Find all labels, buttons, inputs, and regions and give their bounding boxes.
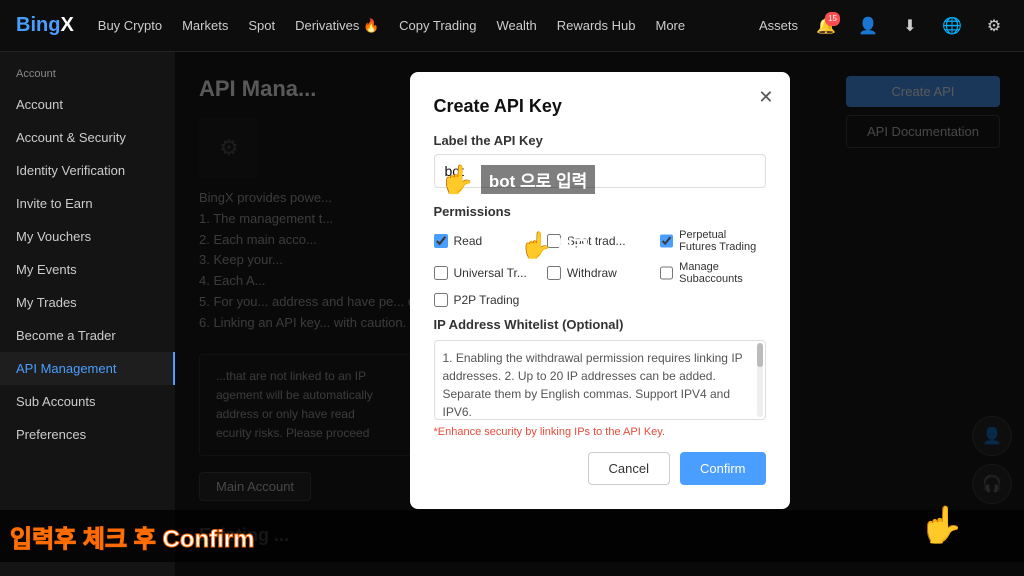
sidebar-item-account[interactable]: Account — [0, 88, 175, 121]
sidebar-item-become-trader[interactable]: Become a Trader — [0, 319, 175, 352]
modal-actions: Cancel Confirm — [434, 452, 766, 485]
perm-spot-checkbox[interactable] — [547, 234, 561, 248]
nav-wealth[interactable]: Wealth — [497, 18, 537, 34]
sidebar-item-my-vouchers[interactable]: My Vouchers — [0, 220, 175, 253]
perm-universal-label: Universal Tr... — [454, 266, 527, 280]
ip-description-text: 1. Enabling the withdrawal permission re… — [443, 351, 743, 419]
perm-read-checkbox[interactable] — [434, 234, 448, 248]
sidebar: Account Account Account & Security Ident… — [0, 52, 175, 576]
api-key-label: Label the API Key — [434, 133, 766, 148]
navbar-actions: Assets 🔔 15 👤 ⬇ 🌐 ⚙ — [759, 12, 1008, 40]
perm-withdraw: Withdraw — [547, 261, 652, 285]
ip-security-note: *Enhance security by linking IPs to the … — [434, 426, 766, 438]
nav-rewards-hub[interactable]: Rewards Hub — [557, 18, 636, 34]
nav-derivatives[interactable]: Derivatives 🔥 — [295, 18, 379, 34]
nav-spot[interactable]: Spot — [248, 18, 275, 34]
perm-manage-subaccounts-checkbox[interactable] — [660, 266, 673, 280]
perm-perpetual-label: Perpetual Futures Trading — [679, 229, 765, 253]
notifications-icon[interactable]: 🔔 15 — [812, 12, 840, 40]
assets-button[interactable]: Assets — [759, 18, 798, 33]
modal-overlay: ✕ Create API Key Label the API Key Permi… — [175, 52, 1024, 576]
globe-icon[interactable]: 🌐 — [938, 12, 966, 40]
perm-p2p-trading: P2P Trading — [434, 293, 539, 307]
perm-perpetual: Perpetual Futures Trading — [660, 229, 765, 253]
nav-more[interactable]: More — [656, 18, 686, 34]
perm-universal-checkbox[interactable] — [434, 266, 448, 280]
nav-links: Buy Crypto Markets Spot Derivatives 🔥 Co… — [98, 18, 759, 34]
permissions-label: Permissions — [434, 204, 766, 219]
sidebar-item-sub-accounts[interactable]: Sub Accounts — [0, 385, 175, 418]
ip-scrollbar[interactable] — [757, 343, 763, 417]
settings-icon[interactable]: ⚙ — [980, 12, 1008, 40]
perm-p2p-checkbox[interactable] — [434, 293, 448, 307]
nav-buy-crypto[interactable]: Buy Crypto — [98, 18, 162, 34]
modal-title: Create API Key — [434, 96, 766, 117]
cancel-button[interactable]: Cancel — [588, 452, 670, 485]
sidebar-item-account-security[interactable]: Account & Security — [0, 121, 175, 154]
perm-universal-transfer: Universal Tr... — [434, 261, 539, 285]
navbar: BingX Buy Crypto Markets Spot Derivative… — [0, 0, 1024, 52]
sidebar-item-my-trades[interactable]: My Trades — [0, 286, 175, 319]
sidebar-item-my-events[interactable]: My Events — [0, 253, 175, 286]
sidebar-item-api-management[interactable]: API Management — [0, 352, 175, 385]
modal-close-button[interactable]: ✕ — [758, 88, 773, 106]
brand-logo[interactable]: BingX — [16, 14, 74, 37]
sidebar-item-preferences[interactable]: Preferences — [0, 418, 175, 451]
sidebar-item-identity-verification[interactable]: Identity Verification — [0, 154, 175, 187]
perm-read: Read — [434, 229, 539, 253]
nav-markets[interactable]: Markets — [182, 18, 228, 34]
perm-read-label: Read — [454, 234, 483, 248]
sidebar-item-invite-to-earn[interactable]: Invite to Earn — [0, 187, 175, 220]
confirm-button[interactable]: Confirm — [680, 452, 766, 485]
download-icon[interactable]: ⬇ — [896, 12, 924, 40]
ip-whitelist-textarea[interactable]: 1. Enabling the withdrawal permission re… — [434, 340, 766, 420]
sidebar-section-label: Account — [0, 64, 175, 88]
perm-spot-label: Spot trad... — [567, 234, 626, 248]
ip-scrollbar-thumb — [757, 343, 763, 367]
perm-withdraw-label: Withdraw — [567, 266, 617, 280]
perm-p2p-label: P2P Trading — [454, 293, 520, 307]
perm-perpetual-checkbox[interactable] — [660, 234, 673, 248]
nav-copy-trading[interactable]: Copy Trading — [399, 18, 476, 34]
perm-spot: Spot trad... — [547, 229, 652, 253]
notification-badge: 15 — [825, 12, 840, 26]
user-icon[interactable]: 👤 — [854, 12, 882, 40]
permissions-grid: Read Spot trad... Perpetual Futures Trad… — [434, 229, 766, 307]
api-key-input[interactable] — [434, 154, 766, 188]
perm-manage-subaccounts-label: Manage Subaccounts — [679, 261, 765, 285]
perm-manage-subaccounts: Manage Subaccounts — [660, 261, 765, 285]
ip-whitelist-label: IP Address Whitelist (Optional) — [434, 317, 766, 332]
perm-withdraw-checkbox[interactable] — [547, 266, 561, 280]
create-api-modal: ✕ Create API Key Label the API Key Permi… — [410, 72, 790, 509]
